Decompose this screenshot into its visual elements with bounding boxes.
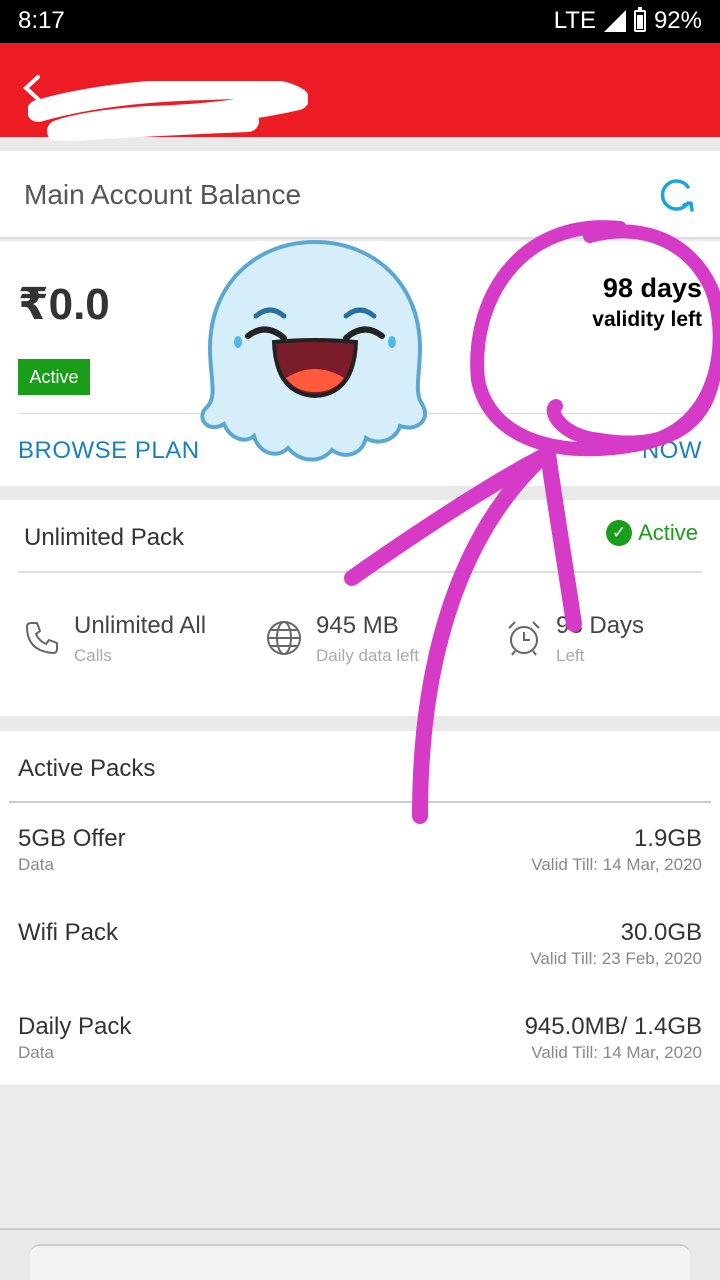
battery-icon — [633, 7, 646, 32]
validity-days: 98 days — [602, 273, 702, 303]
pack-amount: 1.9GB — [633, 825, 702, 852]
pack-name: Wifi Pack — [18, 919, 119, 946]
stat-sub: Daily data left — [316, 646, 419, 665]
stat-sub: Calls — [74, 646, 112, 665]
status-bar: 8:17 LTE 92% — [0, 0, 720, 43]
redaction-scribble — [28, 81, 308, 141]
stat-main: 945 MB — [316, 612, 399, 639]
signal-icon — [603, 10, 626, 32]
status-badge: Active — [18, 359, 90, 395]
pack-valid-till: Valid Till: 14 Mar, 2020 — [531, 855, 702, 874]
pack-status: ✓ Active — [606, 520, 698, 546]
validity-label: validity left — [592, 308, 702, 331]
app-bar — [0, 43, 720, 141]
divider — [18, 571, 702, 573]
unlimited-pack-card: Unlimited Pack ✓ Active Unlimited All Ca… — [0, 500, 720, 716]
pack-type: Data — [18, 1043, 54, 1062]
balance-amount: ₹0.0 — [18, 280, 110, 329]
refresh-icon[interactable] — [654, 173, 698, 217]
phone-icon — [26, 622, 58, 654]
network-label: LTE — [553, 7, 596, 34]
validity-info: 98 days validity left — [592, 273, 702, 332]
pack-name: 5GB Offer — [18, 825, 126, 852]
status-indicators: LTE 92% — [554, 7, 702, 35]
pack-name: Daily Pack — [18, 1013, 132, 1040]
laughing-ghost-sticker — [200, 239, 428, 462]
stat-sub: Left — [556, 646, 585, 665]
pack-row[interactable]: Wifi Pack 30.0GB Valid Till: 23 Feb, 202… — [18, 919, 702, 989]
balance-header: Main Account Balance — [0, 151, 720, 239]
pack-valid-till: Valid Till: 23 Feb, 2020 — [530, 949, 702, 968]
pack-row[interactable]: Daily Pack Data 945.0MB/ 1.4GB Valid Til… — [18, 1013, 702, 1083]
stat-main: Unlimited All — [74, 612, 207, 639]
pack-title: Unlimited Pack — [24, 524, 185, 551]
stat-calls: Unlimited All Calls — [22, 612, 206, 666]
active-packs-title: Active Packs — [18, 755, 156, 782]
battery-percent: 92% — [653, 7, 702, 34]
browse-plan-button[interactable]: BROWSE PLAN — [18, 437, 200, 465]
divider — [9, 801, 711, 803]
pack-status-label: Active — [638, 520, 698, 545]
stat-days: 98 Days Left — [504, 612, 644, 666]
recharge-now-button[interactable]: NOW — [642, 437, 702, 465]
pack-amount: 30.0GB — [620, 919, 702, 946]
stat-main: 98 Days — [556, 612, 645, 639]
status-time: 8:17 — [18, 7, 65, 34]
empty-area — [0, 1087, 720, 1230]
bottom-sheet-handle — [30, 1244, 690, 1280]
stat-data: 945 MB Daily data left — [264, 612, 419, 666]
alarm-clock-icon — [508, 621, 540, 656]
pack-amount: 945.0MB/ 1.4GB — [524, 1013, 702, 1040]
check-icon: ✓ — [606, 520, 633, 546]
pack-row[interactable]: 5GB Offer Data 1.9GB Valid Till: 14 Mar,… — [18, 825, 702, 895]
pack-type: Data — [18, 855, 54, 874]
balance-title: Main Account Balance — [24, 179, 302, 210]
pack-valid-till: Valid Till: 14 Mar, 2020 — [531, 1043, 702, 1062]
globe-icon — [267, 621, 301, 655]
active-packs-card: Active Packs 5GB Offer Data 1.9GB Valid … — [0, 731, 720, 1085]
